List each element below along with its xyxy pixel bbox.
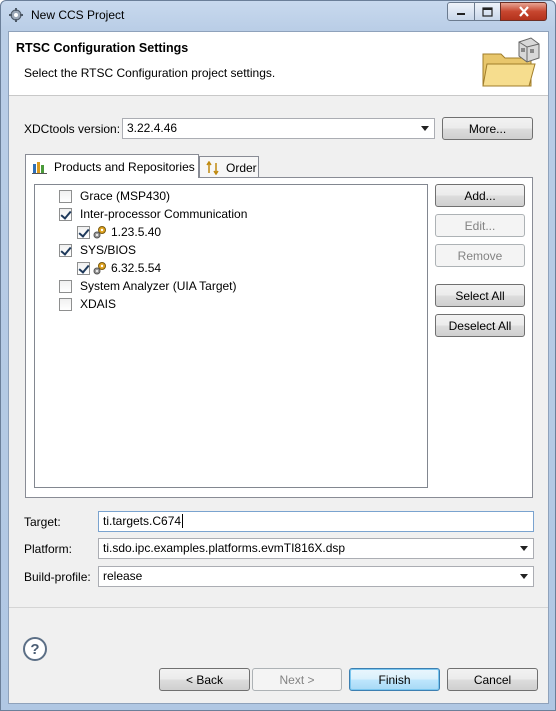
app-icon [9,8,23,22]
cancel-button[interactable]: Cancel [447,668,538,691]
tree-item-label: 1.23.5.40 [111,225,162,239]
sort-order-icon [206,160,219,175]
tree-item-label: Inter-processor Communication [80,207,248,221]
title-bar[interactable]: New CCS Project [1,1,555,29]
target-value: ti.targets.C674 [103,514,182,528]
tab-label: Products and Repositories [54,159,195,174]
minimize-icon [457,12,465,15]
more-button-label: More... [468,121,507,136]
select-all-button-label: Select All [455,288,505,303]
next-button-label: Next > [279,672,315,687]
books-icon [32,161,47,174]
deselect-all-button-label: Deselect All [448,318,512,333]
folder-package-icon [482,37,540,87]
platform-label: Platform: [24,542,73,556]
edit-button[interactable]: Edit... [435,214,525,237]
next-button[interactable]: Next > [252,668,342,691]
tab-label: Order [226,160,257,175]
page-title: RTSC Configuration Settings [16,41,189,55]
checkbox[interactable] [77,225,90,239]
package-gear-icon [93,262,106,275]
tree-item-label: SYS/BIOS [80,243,137,257]
minimize-button[interactable] [447,2,475,21]
add-button[interactable]: Add... [435,184,525,207]
xdctools-label: XDCtools version: [24,122,121,136]
products-panel: Grace (MSP430) Inter-processor Communica… [25,177,533,498]
back-button-label: < Back [185,672,224,687]
target-label: Target: [24,515,61,529]
tree-item[interactable]: Inter-processor Communication [59,205,247,223]
checkbox[interactable] [59,279,72,293]
build-profile-value: release [103,569,143,583]
tree-item-label: System Analyzer (UIA Target) [80,279,237,293]
close-icon [518,6,529,17]
finish-button[interactable]: Finish [349,668,440,691]
edit-button-label: Edit... [464,218,496,233]
tree-item-label: 6.32.5.54 [111,261,162,275]
tree-item[interactable]: Grace (MSP430) [59,187,170,205]
tab-products-and-repositories[interactable]: Products and Repositories [25,154,199,178]
help-icon-glyph: ? [30,640,40,658]
dialog-window: New CCS Project RTSC Configuration Setti… [0,0,556,711]
finish-button-label: Finish [378,672,411,687]
tree-item-label: XDAIS [80,297,117,311]
chevron-down-icon [520,546,528,551]
checkbox[interactable] [59,297,72,311]
tree-item[interactable]: SYS/BIOS [59,241,136,259]
add-button-label: Add... [464,188,496,203]
more-button[interactable]: More... [442,117,533,140]
page-subtitle: Select the RTSC Configuration project se… [24,66,276,80]
checkbox[interactable] [59,207,72,221]
products-tree[interactable]: Grace (MSP430) Inter-processor Communica… [34,184,428,488]
checkbox[interactable] [77,261,90,275]
platform-value: ti.sdo.ipc.examples.platforms.evmTI816X.… [103,541,346,555]
checkbox[interactable] [59,189,72,203]
tree-item-label: Grace (MSP430) [80,189,171,203]
cancel-button-label: Cancel [473,672,512,687]
maximize-icon [482,6,493,17]
select-all-button[interactable]: Select All [435,284,525,307]
tree-item[interactable]: System Analyzer (UIA Target) [59,277,237,295]
remove-button[interactable]: Remove [435,244,525,267]
remove-button-label: Remove [457,248,503,263]
package-gear-icon [93,226,106,239]
back-button[interactable]: < Back [159,668,250,691]
maximize-button[interactable] [474,2,501,21]
wizard-header: RTSC Configuration Settings Select the R… [9,32,548,96]
tree-item[interactable]: 6.32.5.54 [77,259,161,277]
chevron-down-icon [520,574,528,579]
xdctools-version-value: 3.22.4.46 [127,121,178,135]
tab-order[interactable]: Order [199,156,259,178]
checkbox[interactable] [59,243,72,257]
build-profile-select[interactable]: release [98,566,534,587]
footer-divider [9,607,548,608]
xdctools-version-select[interactable]: 3.22.4.46 [122,118,435,139]
deselect-all-button[interactable]: Deselect All [435,314,525,337]
help-icon[interactable]: ? [23,637,47,661]
chevron-down-icon [421,126,429,131]
build-profile-label: Build-profile: [24,570,91,584]
target-input[interactable]: ti.targets.C674 [98,511,534,532]
platform-select[interactable]: ti.sdo.ipc.examples.platforms.evmTI816X.… [98,538,534,559]
tree-item[interactable]: 1.23.5.40 [77,223,161,241]
window-title: New CCS Project [31,8,125,22]
close-button[interactable] [500,2,547,21]
dialog-client: RTSC Configuration Settings Select the R… [8,31,549,704]
tree-item[interactable]: XDAIS [59,295,116,313]
